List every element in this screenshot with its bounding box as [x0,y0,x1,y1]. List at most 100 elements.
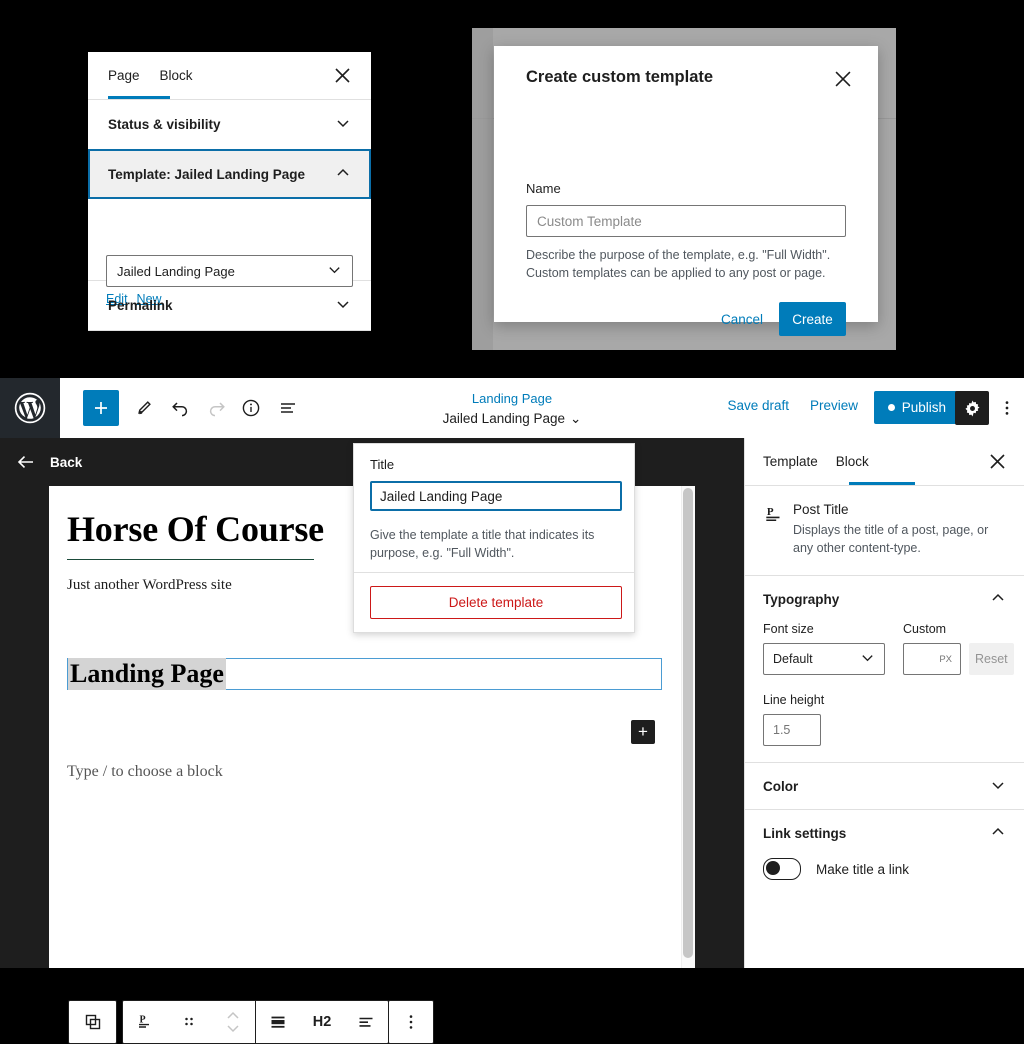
paragraph-placeholder[interactable]: Type / to choose a block [67,763,223,781]
tab-block[interactable]: Block [160,53,193,99]
panel-header-color[interactable]: Color [745,763,1024,809]
toggle-knob [766,861,780,876]
chevron-down-icon [335,115,351,134]
chevron-down-icon [990,777,1006,796]
active-tab-indicator [849,482,915,485]
panel-header-link-settings-label: Link settings [763,825,847,841]
chevron-down-icon [327,262,342,280]
section-permalink[interactable]: Permalink [88,281,371,331]
template-section-body: Jailed Landing Page Edit New [88,199,371,306]
editor-header: Landing Page Jailed Landing Page ⌄ Save d… [0,378,1024,438]
chevron-up-icon [990,824,1006,843]
make-title-a-link-label: Make title a link [816,861,910,877]
close-icon[interactable] [986,451,1008,473]
post-title-block[interactable]: Landing Page [67,658,662,690]
popover-divider [354,572,634,573]
custom-font-size-input[interactable]: PX [903,643,961,676]
text-align-icon[interactable] [344,1001,388,1043]
tab-block[interactable]: Block [836,439,869,485]
block-toolbar: P H2 [68,1000,434,1044]
active-tab-indicator [108,96,170,99]
heading-level-button[interactable]: H2 [300,1001,344,1043]
dialog-title: Create custom template [526,68,714,86]
section-template-label: Template: Jailed Landing Page [108,166,306,182]
svg-text:P: P [767,506,774,518]
svg-text:P: P [140,1015,146,1026]
site-title-underline [67,559,314,560]
template-title-popover: Title Give the template a title that ind… [353,443,635,633]
chevron-down-icon: ⌄ [570,411,582,426]
block-card: P Post Title Displays the title of a pos… [745,486,1024,577]
block-card-description: Displays the title of a post, page, or a… [793,523,989,556]
arrow-left-icon [16,452,36,472]
panel-header-link-settings[interactable]: Link settings [745,810,1024,856]
title-field-help: Give the template a title that indicates… [370,528,595,561]
make-title-a-link-toggle[interactable] [763,858,801,881]
reset-font-size-button[interactable]: Reset [969,643,1014,676]
canvas-scrollbar-thumb[interactable] [683,488,693,958]
name-field-label: Name [526,181,561,196]
close-icon[interactable] [832,68,854,90]
list-view-icon[interactable] [270,390,306,426]
cancel-button[interactable]: Cancel [715,311,769,328]
canvas-scrollbar[interactable] [681,486,695,968]
link-settings-body: Make title a link [745,856,1024,898]
template-select-value: Jailed Landing Page [117,263,235,279]
line-height-input[interactable]: 1.5 [763,714,821,747]
block-appender-button[interactable]: + [631,720,655,744]
panel-header-typography[interactable]: Typography [745,576,1024,622]
tab-page[interactable]: Page [108,53,140,99]
chevron-down-icon [335,296,351,315]
move-updown-icon[interactable] [211,1001,255,1043]
section-permalink-label: Permalink [108,298,173,313]
dialog-help-text: Describe the purpose of the template, e.… [526,248,831,281]
panel-header-typography-label: Typography [763,591,840,607]
add-block-button[interactable] [83,390,119,426]
publish-button[interactable]: Publish [873,391,960,424]
unsaved-indicator-dot [887,404,895,411]
toolbar-group-parent [68,1000,117,1044]
section-status-visibility-label: Status & visibility [108,117,221,132]
title-field[interactable] [370,481,622,511]
select-parent-icon[interactable] [71,1001,115,1043]
undo-icon[interactable] [162,390,198,426]
site-tagline: Just another WordPress site [67,577,232,593]
gear-icon[interactable] [955,391,989,425]
section-status-visibility[interactable]: Status & visibility [88,100,371,150]
chevron-up-icon [335,165,351,184]
delete-template-button[interactable]: Delete template [370,586,622,619]
chevron-down-icon [860,650,875,668]
typography-panel-body: Font size Default Custom PX Reset Line h… [745,622,1024,762]
save-draft-button[interactable]: Save draft [727,398,789,413]
section-template[interactable]: Template: Jailed Landing Page [88,149,371,199]
tab-block-label: Block [835,454,869,469]
align-icon[interactable] [256,1001,300,1043]
create-button[interactable]: Create [779,302,846,336]
close-icon[interactable] [331,65,353,87]
page-panel-tabs: Page Block [88,52,371,100]
toolbar-group-block: P H2 [122,1000,389,1044]
drag-handle-icon[interactable] [167,1001,211,1043]
tab-page-label: Page [108,68,140,83]
site-title: Horse Of Course [67,509,324,549]
custom-size-label: Custom [903,622,947,637]
panel-header-color-label: Color [763,778,799,794]
font-size-select[interactable]: Default [763,643,885,676]
tab-template[interactable]: Template [763,439,818,485]
edit-pencil-icon[interactable] [125,390,161,426]
redo-icon[interactable] [199,390,235,426]
font-size-row: Font size Default Custom PX Reset [763,622,1014,676]
info-icon[interactable] [233,390,269,426]
name-field[interactable] [526,205,846,237]
preview-button[interactable]: Preview [810,398,858,413]
more-options-icon[interactable] [990,391,1024,425]
wordpress-logo[interactable] [0,378,60,438]
sidebar-tabs: Template Block [745,438,1024,486]
post-title-block-icon[interactable]: P [123,1001,167,1043]
font-size-value: Default [773,652,813,667]
create-custom-template-dialog: Create custom template Name Describe the… [494,46,878,336]
block-settings-sidebar: Template Block P Post Title Displays the… [744,438,1024,968]
more-options-icon[interactable] [389,1001,433,1043]
publish-button-label: Publish [901,400,946,415]
backdrop-left-strip [472,28,493,350]
